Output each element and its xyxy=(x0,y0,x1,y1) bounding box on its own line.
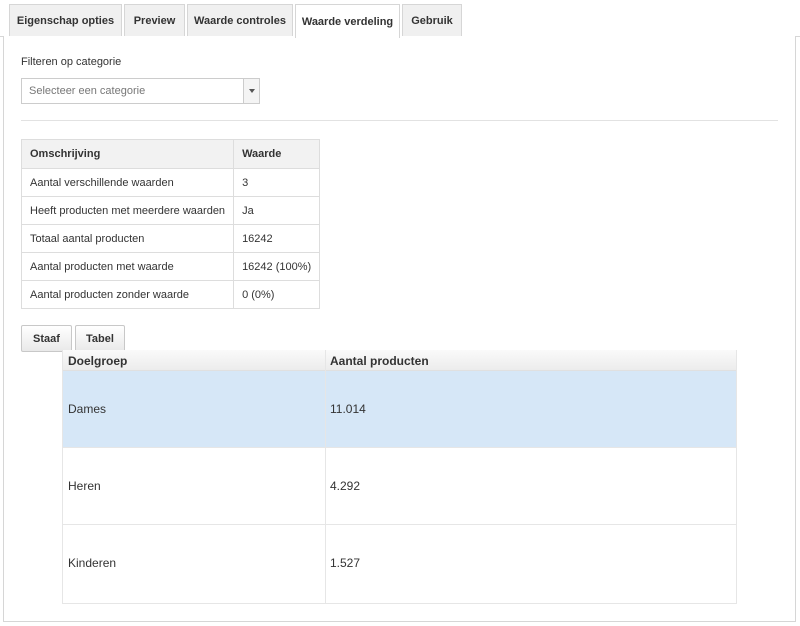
tab-waarde-verdeling[interactable]: Waarde verdeling xyxy=(295,4,400,38)
distribution-header-group: Doelgroep xyxy=(68,354,128,368)
category-select-placeholder: Selecteer een categorie xyxy=(29,85,146,97)
stats-description: Heeft producten met meerdere waarden xyxy=(20,196,235,225)
table-row: Aantal producten met waarde 16242 (100%) xyxy=(20,252,321,281)
tab-bar: Eigenschap opties Preview Waarde control… xyxy=(0,0,800,38)
stats-table: Omschrijving Waarde Aantal verschillende… xyxy=(20,139,321,309)
stats-value: 16242 xyxy=(233,224,321,253)
category-select[interactable]: Selecteer een categorie xyxy=(21,78,260,104)
stats-description: Aantal verschillende waarden xyxy=(20,168,235,197)
tab-label: Waarde controles xyxy=(194,15,286,27)
table-row: Aantal producten zonder waarde 0 (0%) xyxy=(20,280,321,309)
table-row: Heeft producten met meerdere waarden Ja xyxy=(20,196,321,225)
stats-header-row: Omschrijving Waarde xyxy=(20,139,321,169)
stats-description: Aantal producten zonder waarde xyxy=(20,280,235,309)
tab-waarde-controles[interactable]: Waarde controles xyxy=(187,4,293,37)
tab-label: Waarde verdeling xyxy=(301,15,394,28)
distribution-count: 11.014 xyxy=(330,402,366,416)
table-row[interactable]: Dames 11.014 xyxy=(63,371,736,448)
tab-label: Eigenschap opties xyxy=(16,15,115,27)
table-row: Aantal verschillende waarden 3 xyxy=(20,168,321,197)
table-row[interactable]: Kinderen 1.527 xyxy=(63,525,736,602)
table-row[interactable]: Heren 4.292 xyxy=(63,448,736,525)
table-row: Totaal aantal producten 16242 xyxy=(20,224,321,253)
stats-value: 16242 (100%) xyxy=(233,252,321,281)
distribution-group: Kinderen xyxy=(68,556,117,570)
filter-label: Filteren op categorie xyxy=(21,56,122,68)
tab-label: Preview xyxy=(133,15,176,27)
distribution-header-count: Aantal producten xyxy=(330,354,429,368)
section-divider xyxy=(21,120,778,121)
distribution-header-row: Doelgroep Aantal producten xyxy=(63,350,736,371)
stats-description: Aantal producten met waarde xyxy=(20,252,235,281)
distribution-table: Doelgroep Aantal producten Dames 11.014 … xyxy=(62,350,737,604)
stats-header-description: Omschrijving xyxy=(20,139,235,169)
distribution-group: Dames xyxy=(68,402,107,416)
tab-preview[interactable]: Preview xyxy=(124,4,185,37)
column-divider xyxy=(325,350,326,603)
stats-value: Ja xyxy=(233,196,321,225)
chevron-down-icon[interactable] xyxy=(243,79,259,103)
tab-label: Gebruik xyxy=(411,15,453,27)
tab-gebruik[interactable]: Gebruik xyxy=(402,4,462,37)
distribution-count: 1.527 xyxy=(330,556,361,570)
stats-header-value: Waarde xyxy=(233,139,321,169)
table-view-button[interactable]: Tabel xyxy=(75,325,125,352)
stats-value: 0 (0%) xyxy=(233,280,321,309)
distribution-count: 4.292 xyxy=(330,479,361,493)
stats-value: 3 xyxy=(233,168,321,197)
bar-view-button[interactable]: Staaf xyxy=(21,325,72,352)
distribution-group: Heren xyxy=(68,479,101,493)
tab-eigenschap-opties[interactable]: Eigenschap opties xyxy=(9,4,122,37)
stats-description: Totaal aantal producten xyxy=(20,224,235,253)
